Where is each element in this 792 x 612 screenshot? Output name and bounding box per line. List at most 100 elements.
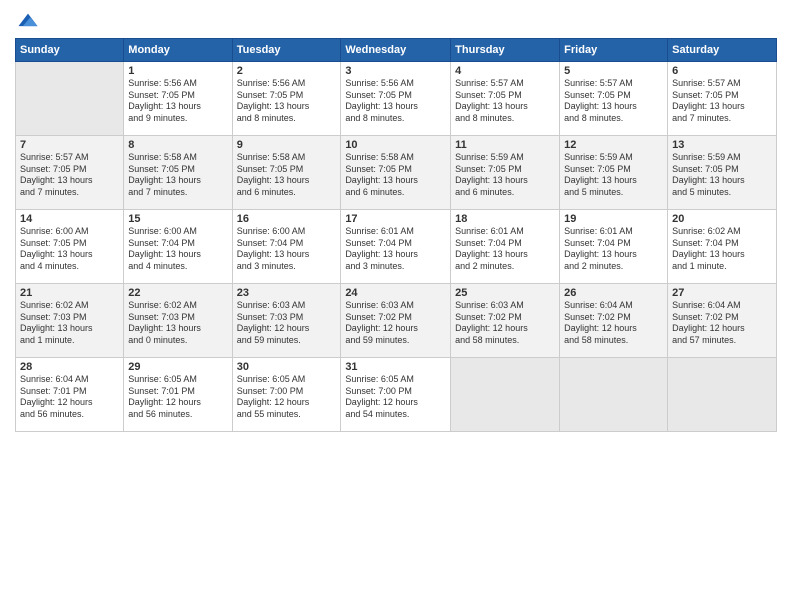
day-number: 16 [237,213,337,225]
day-info: Sunrise: 6:02 AM Sunset: 7:03 PM Dayligh… [128,300,201,345]
day-cell: 30Sunrise: 6:05 AM Sunset: 7:00 PM Dayli… [232,358,341,432]
day-info: Sunrise: 5:56 AM Sunset: 7:05 PM Dayligh… [128,78,201,123]
day-cell: 29Sunrise: 6:05 AM Sunset: 7:01 PM Dayli… [124,358,232,432]
day-cell: 1Sunrise: 5:56 AM Sunset: 7:05 PM Daylig… [124,62,232,136]
day-info: Sunrise: 6:03 AM Sunset: 7:03 PM Dayligh… [237,300,310,345]
day-number: 10 [345,139,446,151]
day-cell: 22Sunrise: 6:02 AM Sunset: 7:03 PM Dayli… [124,284,232,358]
day-cell: 18Sunrise: 6:01 AM Sunset: 7:04 PM Dayli… [451,210,560,284]
day-info: Sunrise: 6:01 AM Sunset: 7:04 PM Dayligh… [564,226,637,271]
header [15,10,777,32]
day-cell: 8Sunrise: 5:58 AM Sunset: 7:05 PM Daylig… [124,136,232,210]
day-number: 26 [564,287,663,299]
day-info: Sunrise: 6:05 AM Sunset: 7:01 PM Dayligh… [128,374,201,419]
day-info: Sunrise: 5:57 AM Sunset: 7:05 PM Dayligh… [20,152,93,197]
day-cell: 16Sunrise: 6:00 AM Sunset: 7:04 PM Dayli… [232,210,341,284]
day-number: 31 [345,361,446,373]
week-row-4: 21Sunrise: 6:02 AM Sunset: 7:03 PM Dayli… [16,284,777,358]
day-info: Sunrise: 5:59 AM Sunset: 7:05 PM Dayligh… [564,152,637,197]
col-header-friday: Friday [560,39,668,62]
week-row-2: 7Sunrise: 5:57 AM Sunset: 7:05 PM Daylig… [16,136,777,210]
day-number: 6 [672,65,772,77]
day-info: Sunrise: 5:59 AM Sunset: 7:05 PM Dayligh… [672,152,745,197]
day-cell [668,358,777,432]
day-info: Sunrise: 5:56 AM Sunset: 7:05 PM Dayligh… [345,78,418,123]
logo [15,10,39,32]
day-cell: 28Sunrise: 6:04 AM Sunset: 7:01 PM Dayli… [16,358,124,432]
day-number: 18 [455,213,555,225]
day-number: 1 [128,65,227,77]
day-number: 7 [20,139,119,151]
day-info: Sunrise: 6:04 AM Sunset: 7:02 PM Dayligh… [564,300,637,345]
day-info: Sunrise: 5:57 AM Sunset: 7:05 PM Dayligh… [564,78,637,123]
day-cell [560,358,668,432]
day-info: Sunrise: 6:05 AM Sunset: 7:00 PM Dayligh… [237,374,310,419]
day-info: Sunrise: 6:01 AM Sunset: 7:04 PM Dayligh… [455,226,528,271]
day-number: 22 [128,287,227,299]
day-info: Sunrise: 6:03 AM Sunset: 7:02 PM Dayligh… [345,300,418,345]
day-number: 19 [564,213,663,225]
day-number: 13 [672,139,772,151]
day-number: 2 [237,65,337,77]
col-header-sunday: Sunday [16,39,124,62]
day-number: 12 [564,139,663,151]
day-cell: 26Sunrise: 6:04 AM Sunset: 7:02 PM Dayli… [560,284,668,358]
col-header-saturday: Saturday [668,39,777,62]
day-number: 20 [672,213,772,225]
day-cell [16,62,124,136]
week-row-1: 1Sunrise: 5:56 AM Sunset: 7:05 PM Daylig… [16,62,777,136]
col-header-wednesday: Wednesday [341,39,451,62]
day-info: Sunrise: 6:02 AM Sunset: 7:04 PM Dayligh… [672,226,745,271]
day-cell: 9Sunrise: 5:58 AM Sunset: 7:05 PM Daylig… [232,136,341,210]
week-row-3: 14Sunrise: 6:00 AM Sunset: 7:05 PM Dayli… [16,210,777,284]
day-cell: 19Sunrise: 6:01 AM Sunset: 7:04 PM Dayli… [560,210,668,284]
week-row-5: 28Sunrise: 6:04 AM Sunset: 7:01 PM Dayli… [16,358,777,432]
day-cell: 12Sunrise: 5:59 AM Sunset: 7:05 PM Dayli… [560,136,668,210]
day-cell: 2Sunrise: 5:56 AM Sunset: 7:05 PM Daylig… [232,62,341,136]
day-cell: 6Sunrise: 5:57 AM Sunset: 7:05 PM Daylig… [668,62,777,136]
day-cell: 25Sunrise: 6:03 AM Sunset: 7:02 PM Dayli… [451,284,560,358]
day-cell: 15Sunrise: 6:00 AM Sunset: 7:04 PM Dayli… [124,210,232,284]
day-info: Sunrise: 6:00 AM Sunset: 7:05 PM Dayligh… [20,226,93,271]
day-cell: 7Sunrise: 5:57 AM Sunset: 7:05 PM Daylig… [16,136,124,210]
day-number: 14 [20,213,119,225]
day-number: 17 [345,213,446,225]
day-cell: 11Sunrise: 5:59 AM Sunset: 7:05 PM Dayli… [451,136,560,210]
day-number: 15 [128,213,227,225]
day-info: Sunrise: 5:59 AM Sunset: 7:05 PM Dayligh… [455,152,528,197]
day-cell: 14Sunrise: 6:00 AM Sunset: 7:05 PM Dayli… [16,210,124,284]
page-container: SundayMondayTuesdayWednesdayThursdayFrid… [0,0,792,442]
day-number: 24 [345,287,446,299]
day-info: Sunrise: 6:04 AM Sunset: 7:02 PM Dayligh… [672,300,745,345]
day-cell: 21Sunrise: 6:02 AM Sunset: 7:03 PM Dayli… [16,284,124,358]
day-info: Sunrise: 5:58 AM Sunset: 7:05 PM Dayligh… [128,152,201,197]
day-info: Sunrise: 6:03 AM Sunset: 7:02 PM Dayligh… [455,300,528,345]
day-cell: 20Sunrise: 6:02 AM Sunset: 7:04 PM Dayli… [668,210,777,284]
day-cell: 31Sunrise: 6:05 AM Sunset: 7:00 PM Dayli… [341,358,451,432]
col-header-thursday: Thursday [451,39,560,62]
day-info: Sunrise: 5:58 AM Sunset: 7:05 PM Dayligh… [345,152,418,197]
col-header-tuesday: Tuesday [232,39,341,62]
day-number: 21 [20,287,119,299]
day-cell: 17Sunrise: 6:01 AM Sunset: 7:04 PM Dayli… [341,210,451,284]
day-info: Sunrise: 6:02 AM Sunset: 7:03 PM Dayligh… [20,300,93,345]
logo-icon [17,10,39,32]
calendar-table: SundayMondayTuesdayWednesdayThursdayFrid… [15,38,777,432]
day-number: 4 [455,65,555,77]
day-number: 5 [564,65,663,77]
day-number: 28 [20,361,119,373]
day-number: 11 [455,139,555,151]
day-cell: 10Sunrise: 5:58 AM Sunset: 7:05 PM Dayli… [341,136,451,210]
day-cell: 24Sunrise: 6:03 AM Sunset: 7:02 PM Dayli… [341,284,451,358]
day-info: Sunrise: 5:58 AM Sunset: 7:05 PM Dayligh… [237,152,310,197]
day-number: 29 [128,361,227,373]
day-number: 3 [345,65,446,77]
day-cell: 4Sunrise: 5:57 AM Sunset: 7:05 PM Daylig… [451,62,560,136]
day-cell: 27Sunrise: 6:04 AM Sunset: 7:02 PM Dayli… [668,284,777,358]
day-number: 9 [237,139,337,151]
day-cell: 13Sunrise: 5:59 AM Sunset: 7:05 PM Dayli… [668,136,777,210]
day-number: 25 [455,287,555,299]
day-info: Sunrise: 6:00 AM Sunset: 7:04 PM Dayligh… [237,226,310,271]
day-cell: 23Sunrise: 6:03 AM Sunset: 7:03 PM Dayli… [232,284,341,358]
day-info: Sunrise: 5:57 AM Sunset: 7:05 PM Dayligh… [455,78,528,123]
